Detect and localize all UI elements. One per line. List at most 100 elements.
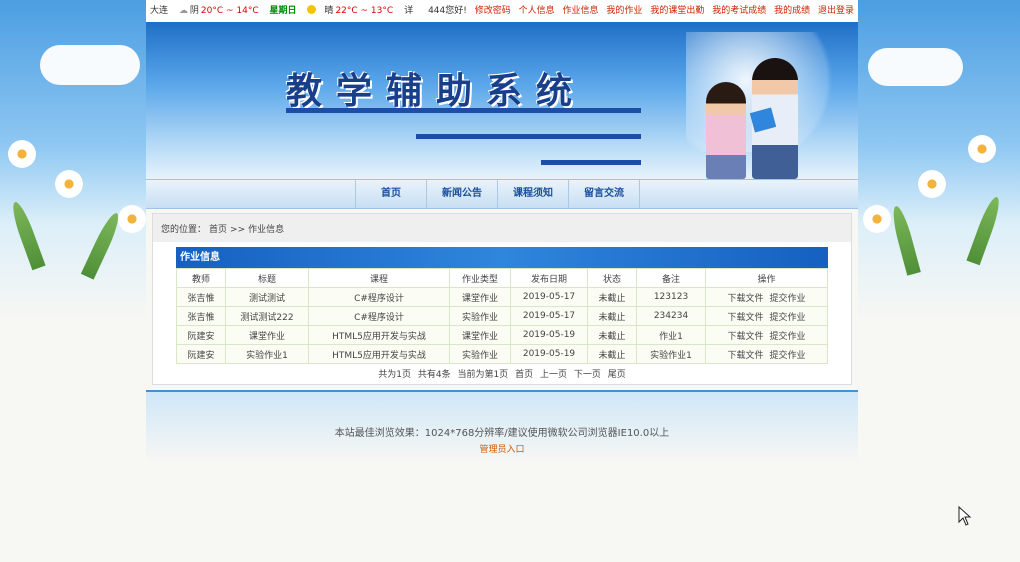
footer: 本站最佳浏览效果：1024*768分辨率/建议使用微软公司浏览器IE10.0以上… <box>146 390 858 462</box>
main-nav: 首页 新闻公告 课程须知 留言交流 <box>146 179 858 209</box>
download-file-link[interactable]: 下载文件 <box>727 332 763 342</box>
city-label: 大连 <box>150 6 169 16</box>
table-row: 张吉惟 测试测试222 C#程序设计 实验作业 2019-05-17 未截止 2… <box>176 306 828 326</box>
flower-decoration <box>968 135 996 163</box>
weather-temp: 20°C ~ 14°C <box>200 6 259 16</box>
column-header: 备注 <box>636 268 706 288</box>
logout-link[interactable]: 退出登录 <box>818 6 854 16</box>
submit-homework-link[interactable]: 提交作业 <box>770 332 806 342</box>
cell-teacher: 阮建安 <box>176 325 226 345</box>
cell-course: HTML5应用开发与实战 <box>308 344 450 364</box>
cell-title: 测试测试 <box>225 287 309 307</box>
weather-today: ☁ 阴 20°C ~ 14°C <box>179 6 259 16</box>
column-header: 课程 <box>308 268 450 288</box>
profile-link[interactable]: 个人信息 <box>519 6 555 16</box>
nav-course-notice[interactable]: 课程须知 <box>497 180 568 208</box>
cell-type: 课堂作业 <box>449 325 511 345</box>
column-header: 发布日期 <box>510 268 588 288</box>
pager-first-link[interactable]: 首页 <box>515 370 533 380</box>
breadcrumb-current: 作业信息 <box>248 225 285 235</box>
cell-date: 2019-05-17 <box>510 287 588 307</box>
stripe-decoration <box>286 108 641 113</box>
mouse-cursor-icon <box>958 506 972 526</box>
cell-teacher: 阮建安 <box>176 344 226 364</box>
panel-title: 作业信息 <box>176 247 828 268</box>
cell-date: 2019-05-19 <box>510 325 588 345</box>
cloud-decoration <box>40 45 140 85</box>
cell-status: 未截止 <box>587 344 637 364</box>
cell-type: 实验作业 <box>449 344 511 364</box>
submit-homework-link[interactable]: 提交作业 <box>770 294 806 304</box>
breadcrumb-home-link[interactable]: 首页 <box>209 225 227 235</box>
download-file-link[interactable]: 下载文件 <box>727 294 763 304</box>
cell-actions: 下载文件 提交作业 <box>705 306 828 326</box>
table-row: 张吉惟 测试测试 C#程序设计 课堂作业 2019-05-17 未截止 1231… <box>176 287 828 307</box>
nav-message-board[interactable]: 留言交流 <box>568 180 640 208</box>
change-password-link[interactable]: 修改密码 <box>475 6 511 16</box>
breadcrumb: 您的位置： 首页 >> 作业信息 <box>153 214 851 242</box>
site-title: 教学辅助系统 <box>286 70 587 112</box>
homework-info-link[interactable]: 作业信息 <box>563 6 599 16</box>
pager-total-pages: 共为1页 <box>378 370 411 380</box>
main-content: 您的位置： 首页 >> 作业信息 作业信息 教师 标题 课程 作业类型 发布日期 状态… <box>152 213 852 385</box>
my-homework-link[interactable]: 我的作业 <box>606 6 642 16</box>
greeting-text: 444您好! <box>428 6 467 16</box>
admin-entry-link[interactable]: 管理员入口 <box>146 442 858 455</box>
cell-title: 实验作业1 <box>225 344 309 364</box>
background-right-decoration <box>858 0 1020 320</box>
my-attendance-link[interactable]: 我的课堂出勤 <box>650 6 704 16</box>
flower-decoration <box>918 170 946 198</box>
top-bar: 大连 ☁ 阴 20°C ~ 14°C 星期日 晴 22°C ~ 13°C 详 444您… <box>146 0 858 23</box>
cloud-decoration <box>868 48 963 86</box>
browser-note: 本站最佳浏览效果：1024*768分辨率/建议使用微软公司浏览器IE10.0以上 <box>334 428 670 439</box>
table-row: 阮建安 实验作业1 HTML5应用开发与实战 实验作业 2019-05-19 未… <box>176 344 828 364</box>
submit-homework-link[interactable]: 提交作业 <box>770 351 806 361</box>
cell-status: 未截止 <box>587 287 637 307</box>
background-left-decoration <box>0 0 146 320</box>
cell-status: 未截止 <box>587 306 637 326</box>
my-exam-scores-link[interactable]: 我的考试成绩 <box>712 6 766 16</box>
breadcrumb-separator: >> <box>230 225 246 235</box>
download-file-link[interactable]: 下载文件 <box>727 351 763 361</box>
cell-type: 实验作业 <box>449 306 511 326</box>
cell-title: 课堂作业 <box>225 325 309 345</box>
weather-desc: 阴 <box>189 6 199 16</box>
pager-next-link[interactable]: 下一页 <box>574 370 601 380</box>
nav-news[interactable]: 新闻公告 <box>426 180 497 208</box>
cell-type: 课堂作业 <box>449 287 511 307</box>
download-file-link[interactable]: 下载文件 <box>727 313 763 323</box>
leaf-decoration <box>889 204 921 276</box>
pagination: 共为1页 共有4条 当前为第1页 首页 上一页 下一页 尾页 <box>153 367 851 380</box>
flower-decoration <box>118 205 146 233</box>
submit-homework-link[interactable]: 提交作业 <box>770 313 806 323</box>
homework-panel: 作业信息 教师 标题 课程 作业类型 发布日期 状态 备注 操作 张吉惟 测试测… <box>176 247 828 364</box>
nav-home[interactable]: 首页 <box>355 180 426 208</box>
cell-course: C#程序设计 <box>308 306 450 326</box>
flower-decoration <box>55 170 83 198</box>
weather-detail-link[interactable]: 详 <box>404 6 413 16</box>
cell-teacher: 张吉惟 <box>176 287 226 307</box>
column-header: 教师 <box>176 268 226 288</box>
pager-last-link[interactable]: 尾页 <box>608 370 626 380</box>
user-links: 444您好! 修改密码 个人信息 作业信息 我的作业 我的课堂出勤 我的考试成绩… <box>423 0 854 22</box>
cell-note: 作业1 <box>636 325 706 345</box>
cloudy-icon: ☁ <box>178 6 188 16</box>
pager-prev-link[interactable]: 上一页 <box>540 370 567 380</box>
cell-note: 123123 <box>636 287 706 307</box>
student-girl-illustration <box>706 82 746 179</box>
cell-title: 测试测试222 <box>225 306 309 326</box>
pager-total-items: 共有4条 <box>417 370 451 380</box>
cell-course: C#程序设计 <box>308 287 450 307</box>
leaf-decoration <box>966 194 1004 266</box>
column-header: 状态 <box>587 268 637 288</box>
weather-next: 晴 22°C ~ 13°C <box>307 5 393 16</box>
cell-teacher: 张吉惟 <box>176 306 226 326</box>
my-grades-link[interactable]: 我的成绩 <box>774 6 810 16</box>
banner: 教学辅助系统 <box>146 22 858 179</box>
column-header: 标题 <box>225 268 309 288</box>
weather-desc: 晴 <box>324 6 334 16</box>
cell-actions: 下载文件 提交作业 <box>705 325 828 345</box>
leaf-decoration <box>8 199 46 271</box>
table-header-row: 教师 标题 课程 作业类型 发布日期 状态 备注 操作 <box>176 268 828 288</box>
stripe-decoration <box>416 134 641 139</box>
